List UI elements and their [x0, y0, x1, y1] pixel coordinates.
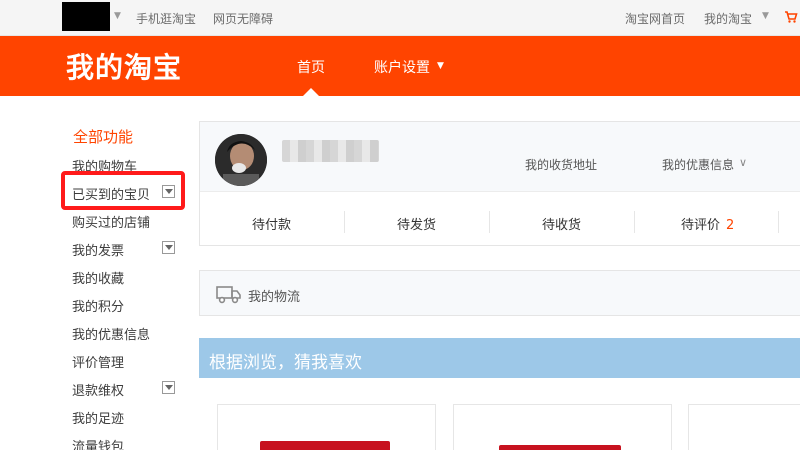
- coupon-link[interactable]: 我的优惠信息: [662, 156, 734, 173]
- profile-header: 我的收货地址 我的优惠信息 ∨: [200, 122, 800, 192]
- sidebar-item-data-wallet[interactable]: 流量钱包: [72, 436, 124, 450]
- expand-arrow-icon[interactable]: [162, 381, 175, 394]
- my-taobao-link[interactable]: 我的淘宝: [704, 10, 752, 27]
- avatar[interactable]: [215, 134, 267, 186]
- nav-account-settings[interactable]: 账户设置: [374, 57, 430, 77]
- sidebar-item-points[interactable]: 我的积分: [72, 296, 124, 315]
- address-link[interactable]: 我的收货地址: [525, 156, 597, 173]
- divider: [778, 211, 779, 233]
- profile-card: 我的收货地址 我的优惠信息 ∨ 待付款 待发货 待收货 待评价 2: [199, 121, 800, 246]
- divider: [634, 211, 635, 233]
- logistics-label: 我的物流: [248, 290, 301, 305]
- truck-icon: [216, 286, 241, 304]
- chevron-down-icon[interactable]: ▼: [437, 61, 444, 71]
- my-taobao-logo[interactable]: 我的淘宝: [66, 46, 182, 86]
- sidebar: 全部功能 我的购物车 已买到的宝贝 购买过的店铺 我的发票 我的收藏 我的积分 …: [0, 96, 190, 450]
- sidebar-item-reviews[interactable]: 评价管理: [72, 352, 124, 371]
- sidebar-item-favorites[interactable]: 我的收藏: [72, 268, 124, 287]
- chevron-down-icon[interactable]: ▼: [762, 11, 769, 21]
- order-pending-payment[interactable]: 待付款: [252, 214, 291, 233]
- product-card[interactable]: [217, 404, 436, 450]
- review-count-badge: 2: [726, 218, 735, 233]
- expand-arrow-icon[interactable]: [162, 241, 175, 254]
- order-pending-shipment[interactable]: 待发货: [397, 214, 436, 233]
- sidebar-title: 全部功能: [73, 128, 134, 146]
- logistics-panel[interactable]: 我的物流: [199, 270, 800, 316]
- product-image: [499, 445, 621, 450]
- sidebar-item-coupons[interactable]: 我的优惠信息: [72, 324, 150, 343]
- sidebar-item-refunds[interactable]: 退款维权: [72, 380, 124, 399]
- sidebar-item-footprints[interactable]: 我的足迹: [72, 408, 124, 427]
- divider: [344, 211, 345, 233]
- main-header: 我的淘宝 首页 账户设置 ▼: [0, 36, 800, 96]
- chevron-down-icon[interactable]: ∨: [739, 156, 747, 169]
- chevron-down-icon[interactable]: ▼: [114, 11, 121, 21]
- order-pending-review[interactable]: 待评价 2: [681, 214, 734, 233]
- blurred-username: [282, 140, 379, 162]
- cart-icon[interactable]: [784, 10, 798, 24]
- order-pending-receipt[interactable]: 待收货: [542, 214, 581, 233]
- sidebar-item-invoice[interactable]: 我的发票: [72, 240, 124, 259]
- taobao-home-link[interactable]: 淘宝网首页: [625, 10, 685, 27]
- highlight-box: [61, 171, 185, 210]
- mobile-taobao-link[interactable]: 手机逛淘宝: [136, 10, 196, 27]
- nav-home-tab[interactable]: 首页: [297, 57, 325, 77]
- product-card[interactable]: [688, 404, 800, 450]
- divider: [489, 211, 490, 233]
- recommend-banner: 根据浏览，猜我喜欢: [199, 338, 800, 378]
- accessibility-link[interactable]: 网页无障碍: [213, 10, 273, 27]
- recommend-title: 根据浏览，猜我喜欢: [209, 353, 362, 373]
- active-tab-pointer: [303, 88, 319, 96]
- redacted-username[interactable]: [62, 2, 110, 31]
- sidebar-item-shops[interactable]: 购买过的店铺: [72, 212, 150, 231]
- product-image: [260, 441, 390, 450]
- top-bar: ▼ 手机逛淘宝 网页无障碍 淘宝网首页 我的淘宝 ▼: [0, 0, 800, 36]
- product-card[interactable]: [453, 404, 672, 450]
